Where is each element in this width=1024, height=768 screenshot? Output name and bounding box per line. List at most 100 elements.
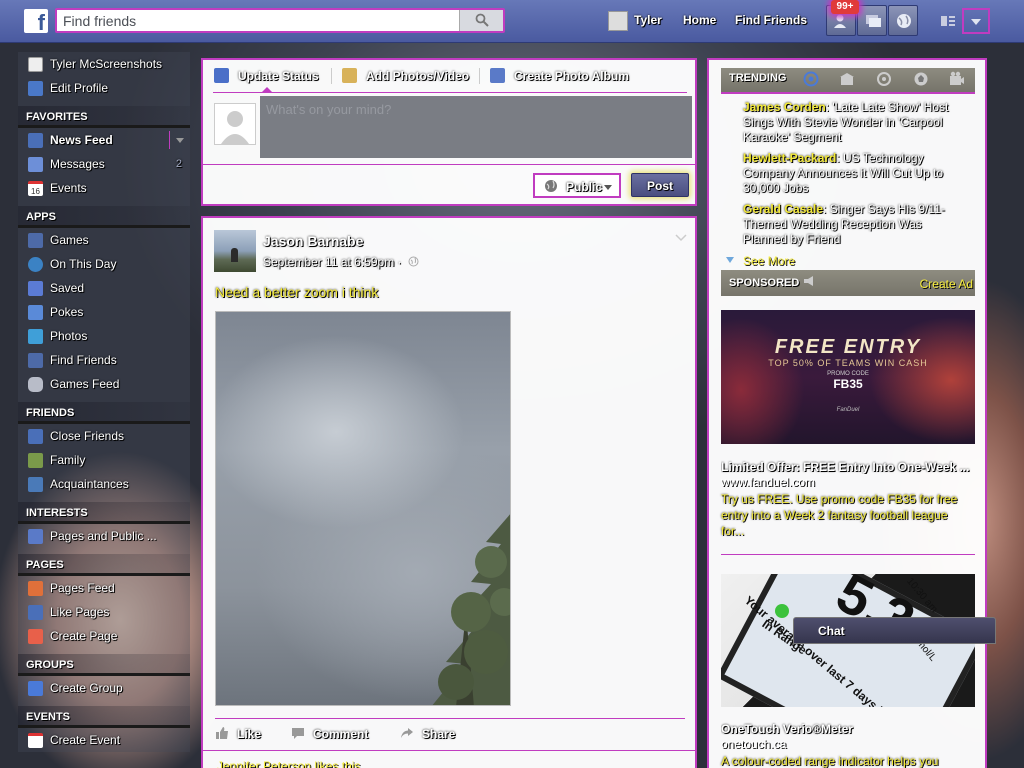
sidebar-item-pages-and-public[interactable]: Pages and Public ... (18, 524, 190, 548)
trending-item[interactable]: Gerald Casale: Singer Says His 9/11-Them… (743, 202, 967, 247)
share-button[interactable]: Share (401, 727, 455, 741)
sidebar-item-create-event[interactable]: Create Event (18, 728, 190, 752)
post-button-label: Post (646, 179, 673, 193)
sidebar-item-label: Create Page (50, 629, 118, 643)
search-button[interactable] (459, 10, 503, 31)
chevron-down-icon[interactable] (675, 234, 687, 242)
section-header-groups: GROUPS (18, 654, 190, 676)
ad-image-subheadline: TOP 50% OF TEAMS WIN CASH (768, 358, 928, 368)
news-feed-icon (28, 133, 43, 148)
sidebar-item-create-group[interactable]: Create Group (18, 676, 190, 700)
sidebar-item-label: Pokes (50, 305, 84, 319)
sidebar-item-news-feed[interactable]: News Feed (18, 128, 190, 152)
tab-add-photos-video[interactable]: Add Photos/Video (342, 68, 469, 83)
ad-title[interactable]: Limited Offer: FREE Entry Into One-Week … (721, 460, 975, 474)
home-icon (28, 453, 43, 468)
audience-label: Public (566, 180, 603, 194)
author-avatar[interactable] (214, 230, 256, 272)
chevron-down-icon[interactable] (176, 138, 184, 143)
entertainment-icon[interactable] (949, 71, 965, 87)
post-button[interactable]: Post (631, 173, 689, 197)
privacy-shortcuts-icon[interactable] (940, 14, 956, 28)
sidebar-item-label: Close Friends (50, 429, 125, 443)
ad-image-fanduel[interactable]: FREE ENTRY TOP 50% OF TEAMS WIN CASH PRO… (721, 310, 975, 444)
composer-avatar (214, 103, 256, 145)
home-link[interactable]: Home (683, 13, 716, 27)
trending-item[interactable]: Hewlett-Packard: US Technology Company A… (743, 151, 967, 196)
sidebar-item-edit-profile[interactable]: Edit Profile (18, 76, 190, 100)
messages-icon (866, 15, 881, 27)
sidebar-item-close-friends[interactable]: Close Friends (18, 424, 190, 448)
likes-summary[interactable]: Jennifer Peterson likes this. (217, 759, 364, 768)
tab-update-status[interactable]: Update Status (214, 68, 319, 83)
sidebar-item-saved[interactable]: Saved (18, 276, 190, 300)
status-input[interactable] (260, 96, 692, 158)
account-menu-button[interactable] (962, 8, 990, 34)
default-avatar-icon (221, 111, 249, 144)
trending-item[interactable]: James Corden: 'Late Late Show' Host Sing… (743, 100, 967, 145)
like-button[interactable]: Like (216, 727, 261, 741)
chat-label: Chat (818, 624, 845, 638)
sports-icon[interactable] (913, 71, 929, 87)
sidebar-item-like-pages[interactable]: Like Pages (18, 600, 190, 624)
separator: · (397, 255, 402, 269)
megaphone-icon (804, 276, 813, 286)
ad-domain[interactable]: onetouch.ca (721, 737, 786, 751)
find-friends-link[interactable]: Find Friends (735, 13, 807, 27)
chevron-down-icon (726, 257, 734, 263)
trending-topic: James Corden (743, 100, 826, 114)
tab-create-photo-album[interactable]: Create Photo Album (490, 68, 629, 83)
politics-icon[interactable] (839, 71, 855, 87)
timestamp-text: September 11 at 6:59pm (263, 255, 395, 269)
sidebar-item-games[interactable]: Games (18, 228, 190, 252)
ad-domain[interactable]: www.fanduel.com (721, 475, 815, 489)
sidebar-item-events[interactable]: 16 Events (18, 176, 190, 200)
right-column: TRENDING James Corden: 'Late Late Show' … (707, 58, 987, 768)
notification-badge: 99+ (831, 0, 859, 14)
science-tech-icon[interactable] (876, 71, 892, 87)
trending-title: TRENDING (729, 72, 787, 84)
sidebar-item-pokes[interactable]: Pokes (18, 300, 190, 324)
sidebar-item-family[interactable]: Family (18, 448, 190, 472)
tab-label: Update Status (238, 69, 319, 83)
photos-icon (28, 329, 43, 344)
on-this-day-icon (28, 257, 43, 272)
post-timestamp[interactable]: September 11 at 6:59pm · (263, 255, 402, 269)
sidebar-item-find-friends[interactable]: Find Friends (18, 348, 190, 372)
see-more-link[interactable]: See More (743, 254, 795, 268)
search-input[interactable] (57, 10, 459, 31)
sidebar-item-create-page[interactable]: Create Page (18, 624, 190, 648)
sidebar-item-label: Create Group (50, 681, 123, 695)
chat-tab[interactable]: Chat (793, 617, 996, 644)
author-name[interactable]: Jason Barnabe (263, 233, 363, 249)
poke-icon (28, 305, 43, 320)
facebook-logo[interactable]: f (24, 9, 48, 33)
ad-image-brand: FanDuel (836, 407, 860, 413)
sidebar-item-games-feed[interactable]: Games Feed (18, 372, 190, 396)
sidebar-item-acquaintances[interactable]: Acquaintances (18, 472, 190, 496)
active-tab-indicator (261, 87, 273, 93)
sidebar-item-label: Photos (50, 329, 88, 343)
pencil-icon (28, 81, 43, 96)
sidebar-item-label: Events (50, 181, 87, 195)
sidebar-item-pages-feed[interactable]: Pages Feed (18, 576, 190, 600)
user-avatar[interactable] (608, 11, 628, 31)
people-icon (28, 477, 43, 492)
profile-link[interactable]: Tyler (634, 13, 662, 27)
sidebar-item-photos[interactable]: Photos (18, 324, 190, 348)
comment-button[interactable]: Comment (292, 727, 368, 741)
notifications-jewel[interactable] (888, 5, 918, 36)
trending-top-icon[interactable] (803, 71, 819, 87)
sidebar-item-on-this-day[interactable]: On This Day (18, 252, 190, 276)
messages-jewel[interactable] (857, 5, 887, 36)
ad-body: A colour-coded range indicator helps you (721, 754, 939, 768)
sponsored-title: SPONSORED (729, 277, 800, 289)
create-ad-link[interactable]: Create Ad (920, 277, 973, 291)
post-photo[interactable] (215, 311, 511, 706)
audience-selector[interactable]: Public (533, 173, 621, 198)
star-icon (28, 429, 43, 444)
sidebar-item-messages[interactable]: Messages 2 (18, 152, 190, 176)
sidebar-item-profile[interactable]: Tyler McScreenshots (18, 52, 190, 76)
ad-title[interactable]: OneTouch Verio®Meter (721, 722, 975, 736)
sidebar-item-label: Messages (50, 157, 105, 171)
